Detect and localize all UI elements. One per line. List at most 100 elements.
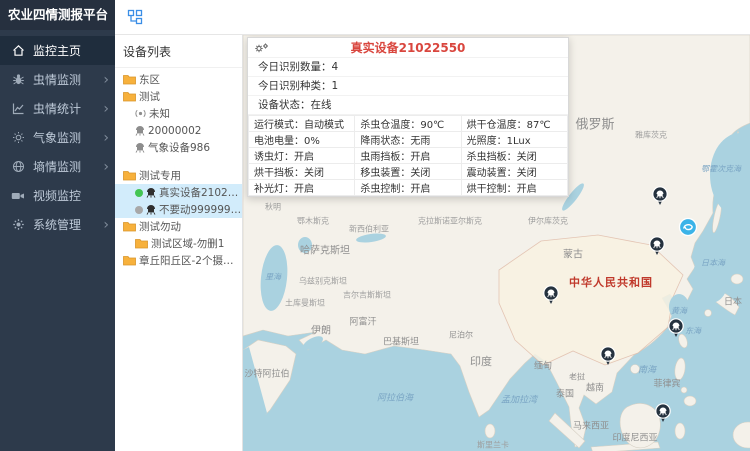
sidebar-item-label: 监控主页 bbox=[33, 42, 109, 59]
tree-device[interactable]: 真实设备21022550 bbox=[115, 184, 242, 201]
popup-table: 运行模式：自动模式杀虫仓温度：90℃烘干仓温度：87℃电池电量：0%降雨状态：无… bbox=[249, 116, 568, 196]
status-dot-offline bbox=[135, 206, 143, 214]
folder-icon bbox=[123, 74, 136, 85]
bug-icon bbox=[11, 73, 25, 86]
device-tree: 东区测试未知 20000002 气象设备986 测试专用真实设备21022550 不要动… bbox=[115, 68, 242, 269]
popup-table-row: 电池电量：0%降雨状态：无雨光照度：1Lux bbox=[249, 132, 568, 148]
gears-icon[interactable] bbox=[254, 42, 269, 54]
popup-header: 真实设备21022550 bbox=[248, 38, 568, 58]
popup-table-cell: 移虫装置：关闭 bbox=[355, 164, 461, 180]
folder-icon bbox=[123, 91, 136, 102]
popup-table-cell: 运行模式：自动模式 bbox=[249, 116, 355, 132]
trap-icon bbox=[135, 142, 145, 153]
device-marker[interactable] bbox=[651, 186, 669, 206]
tree-label: 东区 bbox=[139, 72, 160, 87]
device-marker[interactable] bbox=[654, 403, 672, 423]
gear-icon bbox=[11, 218, 25, 231]
tree-label: 气象设备986 bbox=[148, 140, 210, 155]
app-title: 农业四情测报平台 bbox=[0, 0, 115, 30]
tree-device[interactable]: 未知 bbox=[115, 105, 242, 122]
tree-label: 不要动99999999 bbox=[159, 202, 242, 217]
popup-table-cell: 光照度：1Lux bbox=[461, 132, 567, 148]
sidebar-menu: 监控主页虫情监测›虫情统计› 气象监测 › 墒情监测 › 视频监控系统管理 › bbox=[0, 36, 115, 239]
tree-label: 测试 bbox=[139, 89, 160, 104]
tree-device[interactable]: 气象设备986 bbox=[115, 139, 242, 156]
content: 设备列表 东区测试未知20000002气象设备986测试专用真实设备210225… bbox=[115, 35, 750, 451]
tree-device[interactable]: 20000002 bbox=[115, 122, 242, 139]
main-area: 设备列表 东区测试未知20000002气象设备986测试专用真实设备210225… bbox=[115, 0, 750, 451]
map-canvas[interactable]: 俄罗斯雅库茨克秋明鄂木斯克新西伯利亚克拉斯诺亚尔斯克伊尔库茨克哈萨克斯坦蒙古中华… bbox=[243, 35, 750, 451]
trap-device-icon bbox=[146, 187, 156, 198]
device-marker[interactable] bbox=[667, 318, 685, 338]
tree-label: 测试专用 bbox=[139, 168, 181, 183]
status-dot-online bbox=[135, 189, 143, 197]
popup-table-row: 运行模式：自动模式杀虫仓温度：90℃烘干仓温度：87℃ bbox=[249, 116, 568, 132]
tree-label: 测试勿动 bbox=[139, 219, 181, 234]
tree-device[interactable]: 不要动99999999 bbox=[115, 201, 242, 218]
popup-table-cell: 诱虫灯：开启 bbox=[249, 148, 355, 164]
sidebar-item-monitor-home[interactable]: 监控主页 bbox=[0, 36, 115, 65]
sidebar-item-video-monitor[interactable]: 视频监控 bbox=[0, 181, 115, 210]
tree-label: 章丘阳丘区-2个摄像头 bbox=[139, 253, 242, 268]
device-panel-title: 设备列表 bbox=[115, 35, 242, 68]
popup-table-cell: 震动装置：关闭 bbox=[461, 164, 567, 180]
tree-folder[interactable]: 章丘阳丘区-2个摄像头 bbox=[115, 252, 242, 269]
popup-table-row: 诱虫灯：开启虫雨挡板：开启杀虫挡板：关闭 bbox=[249, 148, 568, 164]
tree-label: 测试区域-勿删1 bbox=[151, 236, 224, 251]
device-popup: 真实设备21022550 今日识别数量：4今日识别种类：1设备状态：在线 运行模… bbox=[247, 37, 569, 197]
sidebar-item-insect-stats[interactable]: 虫情统计› bbox=[0, 94, 115, 123]
tree-toggle-icon[interactable] bbox=[127, 9, 143, 25]
tree-folder[interactable]: 东区 bbox=[115, 71, 242, 88]
popup-table-cell: 补光灯：开启 bbox=[249, 180, 355, 196]
folder-icon bbox=[123, 255, 136, 266]
popup-table-cell: 烘干控制：开启 bbox=[461, 180, 567, 196]
tree-folder[interactable]: 测试 bbox=[115, 88, 242, 105]
chevron-right-icon: › bbox=[103, 73, 109, 87]
popup-table-cell: 电池电量：0% bbox=[249, 132, 355, 148]
chevron-right-icon: › bbox=[103, 218, 109, 232]
folder-icon bbox=[123, 170, 136, 181]
popup-table-row: 烘干挡板：关闭移虫装置：关闭震动装置：关闭 bbox=[249, 164, 568, 180]
popup-table-row: 补光灯：开启杀虫控制：开启烘干控制：开启 bbox=[249, 180, 568, 196]
popup-stats: 今日识别数量：4今日识别种类：1设备状态：在线 bbox=[248, 58, 568, 115]
popup-table-cell: 降雨状态：无雨 bbox=[355, 132, 461, 148]
tree-label: 真实设备21022550 bbox=[159, 185, 242, 200]
folder-icon bbox=[135, 238, 148, 249]
sidebar-item-soil-monitor[interactable]: 墒情监测 › bbox=[0, 152, 115, 181]
sidebar-item-system-manage[interactable]: 系统管理 › bbox=[0, 210, 115, 239]
device-panel: 设备列表 东区测试未知 20000002 气象设备986 测试专用真实设备210225… bbox=[115, 35, 243, 451]
popup-table-cell: 杀虫控制：开启 bbox=[355, 180, 461, 196]
weather-icon bbox=[11, 131, 25, 144]
chart-icon bbox=[11, 102, 25, 115]
cluster-marker[interactable] bbox=[678, 217, 698, 237]
device-marker[interactable] bbox=[542, 285, 560, 305]
chevron-right-icon: › bbox=[103, 160, 109, 174]
chevron-right-icon: › bbox=[103, 102, 109, 116]
sidebar-item-label: 系统管理 bbox=[33, 216, 95, 233]
popup-stat-row: 设备状态：在线 bbox=[248, 96, 568, 115]
device-marker[interactable] bbox=[599, 346, 617, 366]
tree-label: 20000002 bbox=[148, 125, 201, 137]
home-icon bbox=[11, 44, 25, 57]
popup-stat-row: 今日识别种类：1 bbox=[248, 77, 568, 96]
topbar bbox=[115, 0, 750, 35]
globe-icon bbox=[11, 160, 25, 173]
chevron-right-icon: › bbox=[103, 131, 109, 145]
popup-table-cell: 杀虫挡板：关闭 bbox=[461, 148, 567, 164]
tree-folder[interactable]: 测试专用 bbox=[115, 167, 242, 184]
popup-stat-row: 今日识别数量：4 bbox=[248, 58, 568, 77]
tree-label: 未知 bbox=[149, 106, 170, 121]
sidebar-item-label: 气象监测 bbox=[33, 129, 95, 146]
trap-icon bbox=[135, 125, 145, 136]
sidebar-item-insect-monitor[interactable]: 虫情监测› bbox=[0, 65, 115, 94]
sidebar-item-weather-monitor[interactable]: 气象监测 › bbox=[0, 123, 115, 152]
tree-folder[interactable]: 测试区域-勿删1 bbox=[115, 235, 242, 252]
popup-title: 真实设备21022550 bbox=[248, 39, 568, 56]
popup-table-cell: 烘干挡板：关闭 bbox=[249, 164, 355, 180]
sidebar: 农业四情测报平台 监控主页虫情监测›虫情统计›气象监测›墒情监测›视频监控系统管… bbox=[0, 0, 115, 451]
tree-folder[interactable]: 测试勿动 bbox=[115, 218, 242, 235]
camera-icon bbox=[11, 190, 25, 202]
sidebar-item-label: 墒情监测 bbox=[33, 158, 95, 175]
device-marker[interactable] bbox=[648, 236, 666, 256]
trap-device-icon bbox=[146, 204, 156, 215]
